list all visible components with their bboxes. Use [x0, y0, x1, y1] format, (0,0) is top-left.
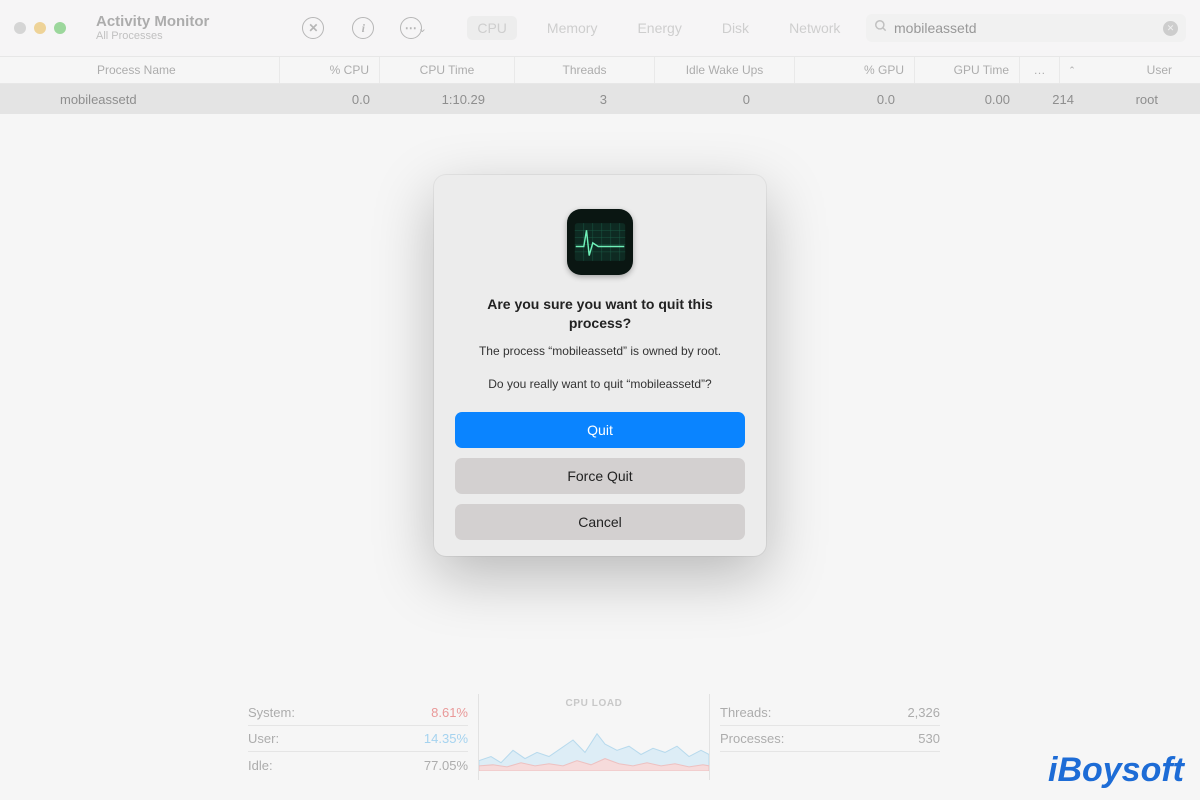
watermark: iBoysoft: [1048, 751, 1184, 790]
force-quit-button[interactable]: Force Quit: [455, 458, 745, 494]
quit-confirm-dialog: Are you sure you want to quit this proce…: [434, 175, 766, 556]
quit-button[interactable]: Quit: [455, 412, 745, 448]
cancel-button[interactable]: Cancel: [455, 504, 745, 540]
dialog-title: Are you sure you want to quit this proce…: [462, 295, 738, 333]
dialog-message-1: The process “mobileassetd” is owned by r…: [464, 343, 736, 360]
dialog-message-2: Do you really want to quit “mobileassetd…: [464, 376, 736, 393]
activity-monitor-icon: [567, 209, 633, 275]
